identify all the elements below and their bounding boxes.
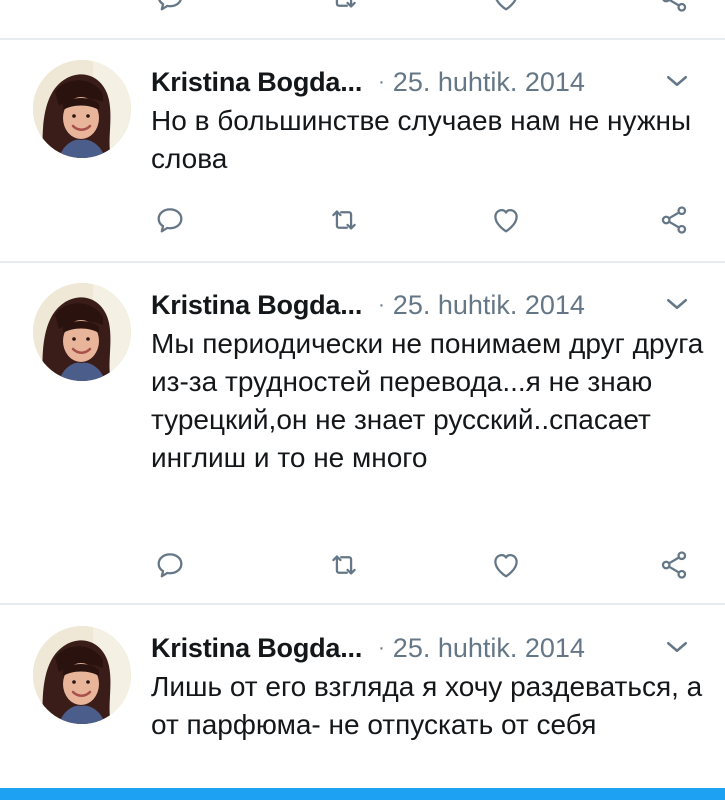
bottom-accent-bar [0, 788, 725, 800]
timeline: Kristina Bogda... · 25. huhtik. 2014 Но … [0, 0, 725, 800]
tweet-text: Мы периодически не понимаем друг друга и… [151, 328, 704, 473]
reply-icon[interactable] [150, 0, 190, 18]
separator-dot: · [378, 293, 385, 316]
tweet-text: Лишь от его взгляда я хочу раздеваться, … [151, 671, 703, 740]
retweet-icon[interactable] [324, 545, 364, 585]
retweet-icon[interactable] [324, 0, 364, 18]
separator-dot: · [378, 70, 385, 93]
tweet-date[interactable]: 25. huhtik. 2014 [393, 633, 585, 664]
reply-icon[interactable] [150, 545, 190, 585]
chevron-down-icon[interactable] [662, 632, 692, 662]
avatar[interactable] [33, 60, 131, 158]
retweet-icon[interactable] [324, 200, 364, 240]
chevron-down-icon[interactable] [662, 289, 692, 319]
tweet-header: Kristina Bogda... · 25. huhtik. 2014 [151, 62, 585, 102]
share-icon[interactable] [654, 0, 694, 18]
divider [0, 603, 725, 605]
tweet-header: Kristina Bogda... · 25. huhtik. 2014 [151, 285, 585, 325]
tweet[interactable]: Kristina Bogda... · 25. huhtik. 2014 Лиш… [0, 626, 725, 788]
author-name[interactable]: Kristina Bogda... [151, 290, 362, 321]
heart-icon[interactable] [486, 200, 526, 240]
tweet-date[interactable]: 25. huhtik. 2014 [393, 67, 585, 98]
avatar[interactable] [33, 626, 131, 724]
heart-icon[interactable] [486, 545, 526, 585]
tweet-date[interactable]: 25. huhtik. 2014 [393, 290, 585, 321]
share-icon[interactable] [654, 545, 694, 585]
share-icon[interactable] [654, 200, 694, 240]
tweet-actions [0, 545, 725, 585]
divider [0, 261, 725, 263]
tweet[interactable]: Kristina Bogda... · 25. huhtik. 2014 Мы … [0, 283, 725, 603]
tweet[interactable]: Kristina Bogda... · 25. huhtik. 2014 Но … [0, 60, 725, 260]
separator-dot: · [378, 636, 385, 659]
chevron-down-icon[interactable] [662, 66, 692, 96]
author-name[interactable]: Kristina Bogda... [151, 67, 362, 98]
reply-icon[interactable] [150, 200, 190, 240]
tweet-text: Но в большинстве случаев нам не нужны сл… [151, 105, 692, 174]
divider [0, 38, 725, 40]
heart-icon[interactable] [486, 0, 526, 18]
avatar[interactable] [33, 283, 131, 381]
tweet-actions [0, 200, 725, 240]
author-name[interactable]: Kristina Bogda... [151, 633, 362, 664]
tweet-header: Kristina Bogda... · 25. huhtik. 2014 [151, 628, 585, 668]
